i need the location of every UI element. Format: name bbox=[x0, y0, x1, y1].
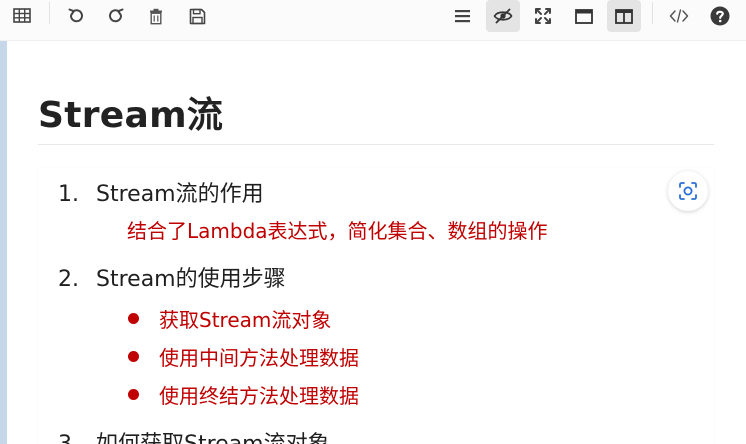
bullet-dot bbox=[128, 312, 139, 324]
toolbar-separator bbox=[49, 2, 50, 24]
title-divider bbox=[38, 144, 714, 145]
scan-image-button[interactable] bbox=[668, 171, 708, 211]
list-item-number: 3. bbox=[58, 432, 96, 444]
document-preview: Stream流 1. Stream流的作用 结合了Lambda表达式，简化集合、数… bbox=[7, 41, 746, 444]
redo-icon[interactable] bbox=[99, 0, 133, 32]
bullet-text: 使用终结方法处理数据 bbox=[159, 383, 359, 408]
eye-off-icon[interactable] bbox=[486, 0, 520, 32]
list-item-text: 如何获取Stream流对象 bbox=[96, 432, 330, 444]
list-item: 2. Stream的使用步骤 bbox=[58, 261, 286, 293]
bullet-dot bbox=[128, 350, 139, 362]
list-item-text: Stream流的作用 bbox=[96, 182, 264, 207]
bullet-item: 使用中间方法处理数据 bbox=[128, 342, 359, 370]
scan-icon bbox=[679, 182, 697, 200]
save-icon[interactable] bbox=[180, 0, 214, 32]
menu-icon[interactable] bbox=[445, 0, 479, 32]
list-item-number: 2. bbox=[58, 267, 79, 292]
bullet-text: 使用中间方法处理数据 bbox=[159, 345, 359, 370]
split-view-icon[interactable] bbox=[607, 0, 641, 32]
code-icon[interactable] bbox=[662, 0, 696, 32]
editor-gutter-bar bbox=[0, 41, 7, 444]
list-item-description: 结合了Lambda表达式，简化集合、数组的操作 bbox=[127, 219, 548, 243]
bullet-item: 获取Stream流对象 bbox=[128, 304, 331, 332]
bullet-item: 使用终结方法处理数据 bbox=[128, 380, 359, 408]
editor-toolbar bbox=[0, 0, 746, 41]
list-item: 1. Stream流的作用 bbox=[58, 176, 264, 208]
bullet-dot bbox=[128, 388, 139, 400]
undo-icon[interactable] bbox=[59, 0, 93, 32]
help-icon[interactable] bbox=[703, 0, 737, 32]
slide-image: 1. Stream流的作用 结合了Lambda表达式，简化集合、数组的操作 2. S… bbox=[38, 168, 714, 444]
bullet-text: 获取Stream流对象 bbox=[159, 307, 332, 332]
fullscreen-icon[interactable] bbox=[526, 0, 560, 32]
list-item-text: Stream的使用步骤 bbox=[96, 267, 286, 292]
toolbar-separator bbox=[652, 2, 653, 24]
page-title: Stream流 bbox=[38, 95, 224, 136]
table-icon[interactable] bbox=[5, 0, 39, 32]
list-item: 3.如何获取Stream流对象 bbox=[58, 426, 330, 444]
trash-icon[interactable] bbox=[139, 0, 173, 32]
window-icon[interactable] bbox=[567, 0, 601, 32]
list-item-number: 1. bbox=[58, 182, 79, 207]
